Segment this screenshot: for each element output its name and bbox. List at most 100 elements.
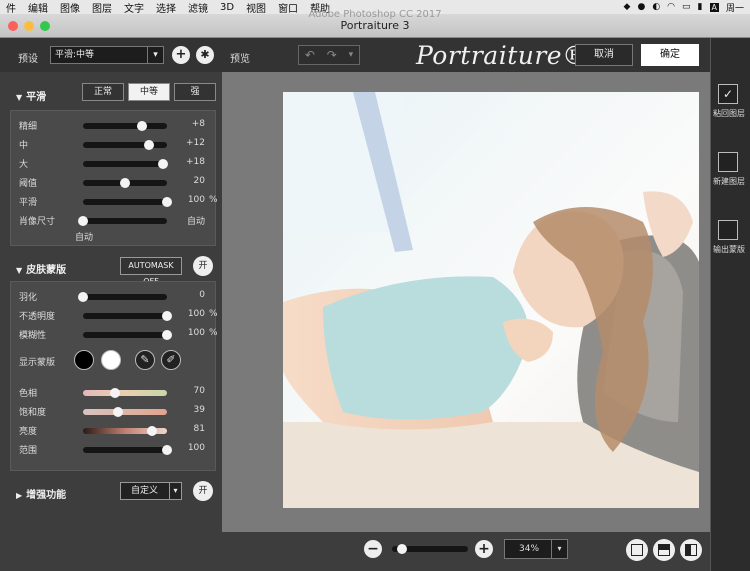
slider-knob[interactable] xyxy=(146,426,157,436)
slider-track[interactable] xyxy=(83,330,172,340)
skin-mask-title: 皮肤蒙版 xyxy=(26,265,67,276)
preview-canvas[interactable] xyxy=(222,72,710,532)
zoom-slider[interactable] xyxy=(392,544,468,554)
slider-row: 色相 70 xyxy=(19,386,215,400)
slider-knob[interactable] xyxy=(78,216,88,226)
slider-row: 模糊性 100% xyxy=(19,328,218,342)
history-chevron-icon[interactable]: ▾ xyxy=(349,50,354,60)
slider-row: 不透明度 100% xyxy=(19,309,218,323)
slider-track[interactable] xyxy=(83,140,167,150)
mask-black-swatch[interactable] xyxy=(74,350,94,370)
preview-label: 预览 xyxy=(230,54,250,65)
slider-value: 70 xyxy=(193,386,205,396)
slider-label: 不透明度 xyxy=(19,312,56,322)
slider-unit: % xyxy=(209,328,218,338)
new-layer-checkbox[interactable] xyxy=(718,152,738,172)
smoothing-section-header[interactable]: ▼ 平滑 xyxy=(16,88,46,103)
slider-track[interactable] xyxy=(83,311,172,321)
slider-label: 范围 xyxy=(19,446,38,456)
slider-knob[interactable] xyxy=(78,292,88,302)
slider-track[interactable] xyxy=(78,216,167,226)
preset-value: 平滑:中等 xyxy=(55,50,95,60)
chevron-down-icon: ▾ xyxy=(147,47,163,63)
slider-knob[interactable] xyxy=(109,388,120,398)
single-view-button[interactable] xyxy=(626,539,648,561)
slider-label: 模糊性 xyxy=(19,331,47,341)
mode-normal-button[interactable]: 正常 xyxy=(82,83,124,101)
enhance-toggle[interactable]: 开 xyxy=(193,481,213,501)
slider-label: 色相 xyxy=(19,389,38,399)
zoom-window-button[interactable] xyxy=(40,21,50,31)
slider-row: 精细 +8 xyxy=(19,119,215,133)
zoom-slider-knob[interactable] xyxy=(396,544,407,554)
slider-track[interactable] xyxy=(83,407,167,417)
cancel-button[interactable]: 取消 xyxy=(575,44,633,66)
slider-track[interactable] xyxy=(83,426,167,436)
close-window-button[interactable] xyxy=(8,21,18,31)
zoom-select[interactable]: 34% ▾ xyxy=(504,539,568,559)
minimize-window-button[interactable] xyxy=(24,21,34,31)
slider-track[interactable] xyxy=(78,292,167,302)
ok-button[interactable]: 确定 xyxy=(641,44,699,66)
slider-track[interactable] xyxy=(83,445,172,455)
slider-row: 阈值 20 xyxy=(19,176,215,190)
slider-value: 100 xyxy=(187,328,205,338)
slider-row: 羽化 0 xyxy=(19,290,215,304)
slider-label: 大 xyxy=(19,160,29,170)
preset-select[interactable]: 平滑:中等 ▾ xyxy=(50,46,164,64)
background-window-title: Adobe Photoshop CC 2017 xyxy=(308,9,442,20)
eyedropper-icon[interactable]: ✎ xyxy=(135,350,155,370)
slider-value: +18 xyxy=(186,157,205,167)
portraiture-app: 预设 平滑:中等 ▾ + ✱ 预览 ↶ ↷ ▾ Portraiture® 3 取… xyxy=(0,38,750,571)
mask-white-swatch[interactable] xyxy=(101,350,121,370)
slider-track[interactable] xyxy=(83,197,172,207)
enhance-custom-select[interactable]: 自定义 ▾ xyxy=(120,482,182,500)
mode-medium-button[interactable]: 中等 xyxy=(128,83,170,101)
zoom-out-button[interactable]: − xyxy=(364,540,382,558)
slider-track[interactable] xyxy=(83,388,167,398)
slider-track[interactable] xyxy=(83,121,167,131)
paste-back-checkbox[interactable]: ✓ xyxy=(718,84,738,104)
slider-knob[interactable] xyxy=(113,407,124,417)
split-horizontal-view-button[interactable] xyxy=(653,539,675,561)
paste-back-label: 粘回图层 xyxy=(713,109,745,118)
output-mask-checkbox[interactable] xyxy=(718,220,738,240)
slider-knob[interactable] xyxy=(143,140,154,150)
automask-button[interactable]: AUTOMASK OFF xyxy=(120,257,182,286)
slider-knob[interactable] xyxy=(157,159,168,169)
slider-value: 100 xyxy=(187,195,205,205)
enhance-section-header[interactable]: ▶ 增强功能 xyxy=(16,486,66,501)
split-vertical-view-button[interactable] xyxy=(680,539,702,561)
slider-value: 自动 xyxy=(186,217,205,227)
slider-value: 20 xyxy=(193,176,205,186)
slider-knob[interactable] xyxy=(120,178,130,188)
preview-photo[interactable] xyxy=(283,92,699,508)
triangle-right-icon: ▶ xyxy=(16,491,23,500)
slider-label: 亮度 xyxy=(19,427,38,437)
chevron-down-icon: ▾ xyxy=(551,540,567,558)
zoom-in-button[interactable]: + xyxy=(475,540,493,558)
redo-icon[interactable]: ↷ xyxy=(327,48,337,62)
undo-icon[interactable]: ↶ xyxy=(305,48,315,62)
skin-mask-toggle[interactable]: 开 xyxy=(193,256,213,276)
mode-strong-button[interactable]: 强 xyxy=(174,83,216,101)
zoom-toolbar: − + 34% ▾ xyxy=(222,532,710,571)
gear-icon[interactable]: ✱ xyxy=(196,46,214,64)
eyedropper-plus-icon[interactable]: ✐ xyxy=(161,350,181,370)
skin-mask-section-header[interactable]: ▼ 皮肤蒙版 xyxy=(16,261,66,276)
window-controls xyxy=(8,21,50,31)
slider-row: 范围 100 xyxy=(19,443,215,457)
slider-value: 0 xyxy=(199,290,205,300)
new-layer-label: 新建图层 xyxy=(713,177,745,186)
slider-label: 肖像尺寸 xyxy=(19,217,56,227)
slider-knob[interactable] xyxy=(136,121,147,131)
enhance-title: 增强功能 xyxy=(26,490,67,501)
slider-track[interactable] xyxy=(83,159,168,169)
slider-row: 肖像尺寸 自动 xyxy=(19,214,215,228)
slider-track[interactable] xyxy=(83,178,167,188)
slider-label: 中 xyxy=(19,141,29,151)
zoom-value: 34% xyxy=(519,544,540,554)
slider-unit: % xyxy=(209,195,218,205)
add-preset-button[interactable]: + xyxy=(172,46,190,64)
slider-row: 饱和度 39 xyxy=(19,405,215,419)
